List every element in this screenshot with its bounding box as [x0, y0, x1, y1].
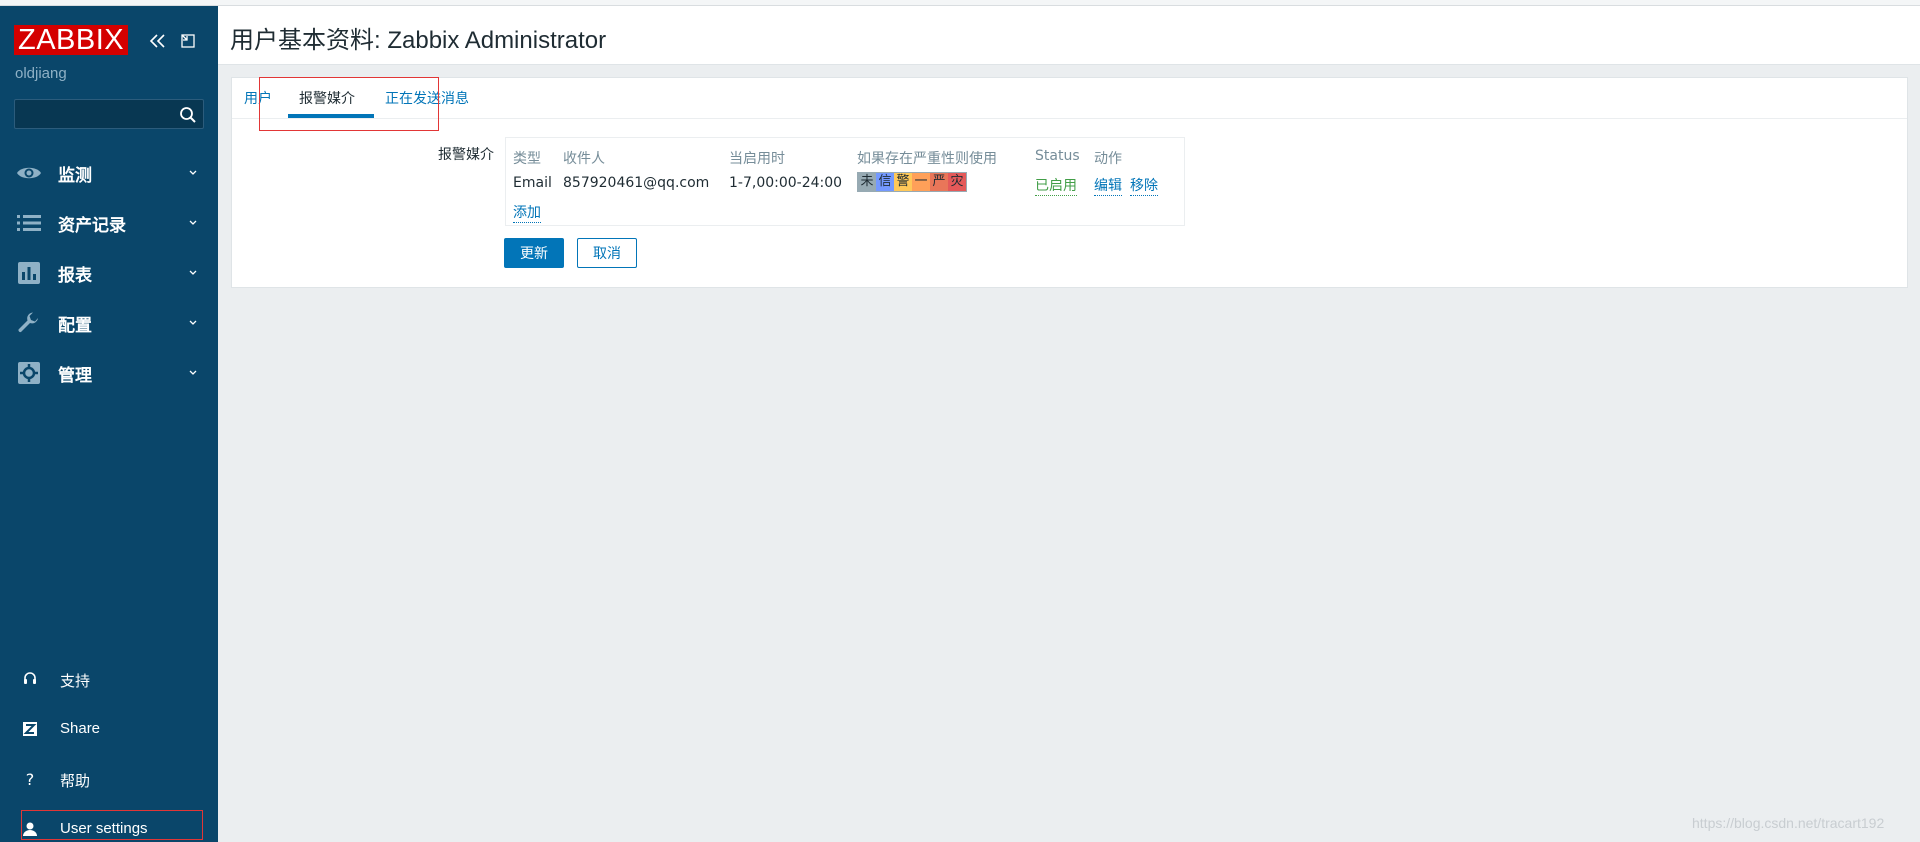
page-header: 用户基本资料: Zabbix Administrator — [218, 6, 1920, 65]
tab-media[interactable]: 报警媒介 — [299, 88, 355, 108]
menu-item-label: 帮助 — [60, 773, 91, 790]
severity-information: 信 — [876, 173, 894, 191]
remove-media-link[interactable]: 移除 — [1130, 175, 1158, 196]
chevron-down-icon — [189, 320, 197, 325]
media-when-active: 1-7,00:00-24:00 — [729, 175, 843, 191]
watermark: https://blog.csdn.net/tracart192 — [1692, 815, 1885, 831]
username: oldjiang — [15, 65, 67, 82]
chevron-down-icon — [189, 220, 197, 225]
double-chevron-left-icon — [149, 34, 165, 48]
menu-item-label: 监测 — [58, 165, 92, 186]
bar-chart-icon — [16, 261, 42, 285]
active-tab-indicator — [288, 114, 374, 118]
logo-text: ZABBIX — [14, 25, 129, 55]
kiosk-mode-button[interactable] — [177, 30, 199, 52]
search-button[interactable] — [177, 104, 199, 126]
media-status-link[interactable]: 已启用 — [1035, 175, 1077, 196]
column-header-when-active: 当启用时 — [729, 151, 785, 167]
menu-item-help[interactable]: ? 帮助 — [0, 754, 218, 804]
tab-messaging[interactable]: 正在发送消息 — [385, 88, 469, 108]
user-icon — [20, 819, 40, 839]
menu-item-configuration[interactable]: 配置 — [0, 298, 218, 348]
help-icon: ? — [25, 769, 35, 789]
menu-item-label: User settings — [60, 820, 148, 837]
chevron-down-icon — [189, 170, 197, 175]
search-box — [14, 99, 204, 129]
menu-item-label: Share — [60, 720, 101, 737]
menu-item-label: 配置 — [58, 315, 92, 336]
menu-item-administration[interactable]: 管理 — [0, 348, 218, 398]
media-table: 类型 收件人 当启用时 如果存在严重性则使用 Status 动作 Email 8… — [505, 137, 1185, 226]
menu-item-user-settings[interactable]: User settings — [0, 804, 218, 842]
column-header-recipient: 收件人 — [563, 151, 605, 167]
severity-indicators: 未 信 警 一 严 灾 — [857, 172, 967, 192]
logo[interactable]: ZABBIX — [14, 24, 129, 56]
share-z-icon — [20, 719, 40, 739]
column-header-severity: 如果存在严重性则使用 — [857, 151, 997, 167]
severity-average: 一 — [912, 173, 930, 191]
edit-media-link[interactable]: 编辑 — [1094, 175, 1122, 196]
severity-high: 严 — [930, 173, 948, 191]
chevron-down-icon — [189, 270, 197, 275]
update-button[interactable]: 更新 — [504, 238, 564, 268]
main-menu: 监测 资产记录 报表 配置 管理 — [0, 148, 218, 398]
media-type: Email — [513, 175, 552, 191]
gear-icon — [16, 361, 42, 385]
search-input[interactable] — [15, 100, 175, 128]
menu-item-share[interactable]: Share — [0, 704, 218, 754]
severity-warning: 警 — [894, 173, 912, 191]
add-media-link[interactable]: 添加 — [513, 202, 541, 223]
headset-icon — [20, 669, 40, 689]
tab-bar: 用户 报警媒介 正在发送消息 — [232, 78, 1907, 119]
menu-item-reports[interactable]: 报表 — [0, 248, 218, 298]
media-form-label: 报警媒介 — [438, 147, 494, 163]
cancel-button[interactable]: 取消 — [577, 238, 637, 268]
kiosk-icon — [181, 34, 195, 48]
list-icon — [16, 211, 42, 235]
wrench-icon — [16, 311, 42, 335]
menu-item-label: 管理 — [58, 365, 92, 386]
menu-item-label: 支持 — [60, 673, 91, 690]
user-profile-form: 用户 报警媒介 正在发送消息 报警媒介 类型 收件人 当启用时 如果存在严重性则… — [231, 77, 1908, 288]
bottom-menu: 支持 Share ? 帮助 User settings — [0, 654, 218, 842]
column-header-type: 类型 — [513, 151, 541, 167]
severity-not-classified: 未 — [858, 173, 876, 191]
media-recipient: 857920461@qq.com — [563, 175, 710, 191]
search-icon — [180, 107, 196, 123]
chevron-down-icon — [189, 370, 197, 375]
tab-user[interactable]: 用户 — [244, 88, 272, 108]
page-title: 用户基本资料: Zabbix Administrator — [230, 27, 607, 54]
eye-icon — [16, 161, 42, 185]
menu-item-monitoring[interactable]: 监测 — [0, 148, 218, 198]
menu-item-support[interactable]: 支持 — [0, 654, 218, 704]
collapse-sidebar-button[interactable] — [147, 30, 169, 52]
column-header-status: Status — [1035, 148, 1080, 164]
sidebar: ZABBIX oldjiang 监测 资产记录 报表 配置 管理 支持 Shar… — [0, 6, 218, 842]
menu-item-label: 资产记录 — [58, 215, 126, 236]
severity-disaster: 灾 — [948, 173, 966, 191]
column-header-actions: 动作 — [1094, 151, 1122, 167]
menu-item-label: 报表 — [58, 265, 92, 286]
menu-item-inventory[interactable]: 资产记录 — [0, 198, 218, 248]
